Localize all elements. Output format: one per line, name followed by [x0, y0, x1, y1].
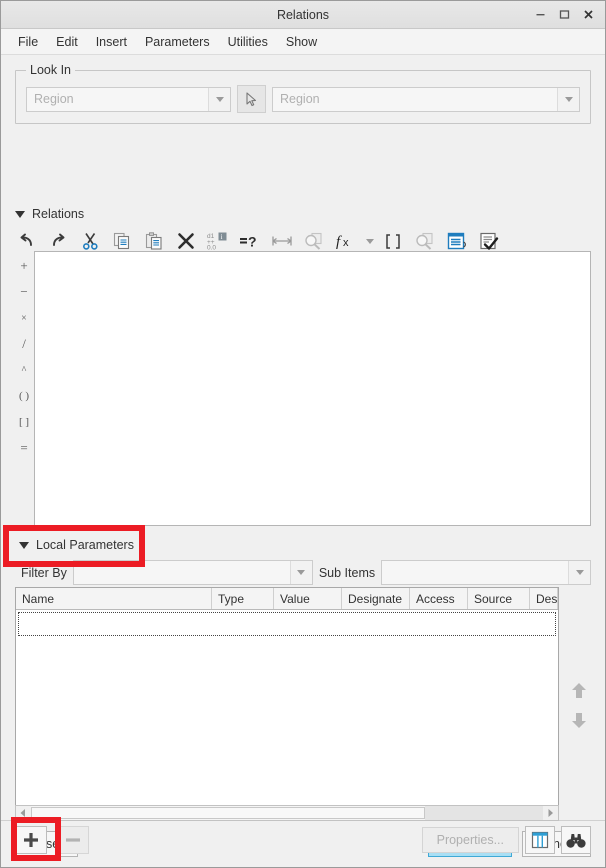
operator-brackets[interactable]: [ ] — [12, 409, 36, 435]
table-body[interactable] — [16, 610, 558, 816]
look-in-target-combo[interactable]: Region — [272, 86, 580, 112]
move-up-button[interactable] — [568, 680, 590, 700]
svg-text:i: i — [221, 233, 223, 241]
chevron-down-icon[interactable] — [557, 87, 579, 111]
local-parameters-section-header[interactable]: Local Parameters — [19, 538, 134, 552]
relations-section-label: Relations — [32, 207, 85, 221]
sub-items-label: Sub Items — [318, 565, 376, 580]
operator-plus[interactable]: + — [12, 253, 36, 279]
look-in-type-combo[interactable]: Region — [26, 86, 231, 112]
scroll-left-arrow[interactable] — [16, 806, 31, 820]
filter-by-label: Filter By — [21, 565, 67, 580]
minimize-button[interactable] — [529, 5, 551, 25]
dialog-body: Look In Region Region Relations d1 ++ 0.… — [1, 55, 605, 861]
window-controls — [529, 1, 599, 28]
svg-text:f: f — [336, 234, 342, 250]
look-in-type-value: Region — [34, 92, 74, 106]
columns-icon — [531, 831, 549, 849]
chevron-down-icon[interactable] — [289, 561, 312, 584]
look-in-group: Look In Region Region — [15, 63, 591, 124]
operator-divide[interactable]: / — [12, 331, 36, 357]
local-parameters-section-label: Local Parameters — [36, 538, 134, 552]
svg-text:?: ? — [248, 234, 257, 250]
operator-parentheses[interactable]: ( ) — [12, 383, 36, 409]
operator-minus[interactable]: − — [12, 279, 36, 305]
table-header-row: Name Type Value Designate Access Source … — [16, 588, 558, 610]
chevron-down-icon[interactable] — [568, 561, 590, 584]
parameters-table: Name Type Value Designate Access Source … — [15, 587, 559, 817]
operator-multiply[interactable]: × — [12, 305, 36, 331]
collapse-triangle-icon — [19, 541, 29, 549]
close-button[interactable] — [577, 5, 599, 25]
scrollbar-thumb[interactable] — [31, 807, 425, 819]
window-title: Relations — [276, 7, 330, 22]
menu-edit[interactable]: Edit — [47, 32, 87, 52]
operator-power[interactable]: ^ — [12, 357, 36, 383]
svg-text:x: x — [343, 237, 349, 249]
menu-file[interactable]: File — [9, 32, 47, 52]
remove-parameter-button[interactable] — [57, 826, 89, 854]
relations-editor[interactable] — [34, 251, 591, 526]
add-parameter-button[interactable] — [15, 826, 47, 854]
select-cursor-icon — [246, 91, 257, 106]
look-in-row: Region Region — [26, 85, 580, 113]
svg-text:0.0: 0.0 — [207, 245, 216, 251]
table-row[interactable] — [18, 612, 556, 636]
column-header-source[interactable]: Source — [468, 588, 530, 609]
maximize-button[interactable] — [553, 5, 575, 25]
binoculars-icon — [566, 833, 586, 848]
filter-by-combo[interactable] — [72, 560, 313, 585]
chevron-down-icon[interactable] — [208, 87, 230, 111]
operator-equals[interactable]: = — [12, 435, 36, 461]
column-header-name[interactable]: Name — [16, 588, 212, 609]
scrollbar-track[interactable] — [425, 806, 543, 820]
menu-insert[interactable]: Insert — [87, 32, 136, 52]
scroll-right-arrow[interactable] — [543, 806, 558, 820]
title-bar: Relations — [1, 1, 605, 29]
column-header-designate[interactable]: Designate — [342, 588, 410, 609]
sub-items-combo[interactable] — [381, 560, 591, 585]
menu-bar: File Edit Insert Parameters Utilities Sh… — [1, 29, 605, 55]
properties-button[interactable]: Properties... — [421, 827, 519, 853]
look-in-legend: Look In — [26, 63, 76, 77]
relations-dialog: Relations File Edit Insert Parameters Ut… — [0, 0, 606, 868]
column-header-type[interactable]: Type — [212, 588, 274, 609]
look-in-target-value: Region — [280, 92, 320, 106]
row-reorder-controls — [567, 680, 591, 730]
collapse-triangle-icon — [15, 210, 25, 218]
filter-row: Filter By Sub Items — [21, 560, 591, 585]
column-header-access[interactable]: Access — [410, 588, 468, 609]
parameters-bottom-toolbar: Properties... — [15, 825, 591, 855]
column-header-description[interactable]: Des — [530, 588, 558, 609]
find-button[interactable] — [561, 826, 591, 854]
menu-parameters[interactable]: Parameters — [136, 32, 219, 52]
columns-button[interactable] — [525, 826, 555, 854]
table-horizontal-scrollbar[interactable] — [15, 805, 559, 821]
menu-show[interactable]: Show — [277, 32, 326, 52]
move-down-button[interactable] — [568, 710, 590, 730]
menu-utilities[interactable]: Utilities — [219, 32, 277, 52]
column-header-value[interactable]: Value — [274, 588, 342, 609]
select-cursor-button[interactable] — [237, 85, 266, 113]
relations-section-header[interactable]: Relations — [15, 207, 84, 221]
